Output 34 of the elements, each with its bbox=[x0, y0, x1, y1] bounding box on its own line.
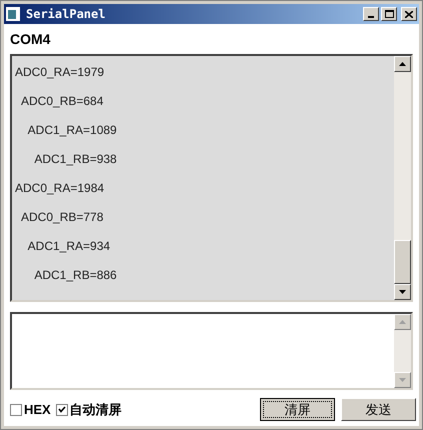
log-line: ADC1_RB=886 bbox=[33, 268, 117, 282]
log-line: ADC1_RB=938 bbox=[33, 152, 117, 166]
minimize-button[interactable] bbox=[363, 7, 379, 21]
window-title: SerialPanel bbox=[26, 6, 106, 23]
close-button[interactable] bbox=[401, 7, 417, 21]
log-line: ADC0_RB=778 bbox=[20, 210, 104, 224]
up-arrow-icon bbox=[399, 62, 406, 66]
close-icon bbox=[405, 10, 413, 18]
down-arrow-icon bbox=[399, 290, 406, 294]
scrollbar[interactable] bbox=[394, 314, 411, 388]
send-field[interactable] bbox=[10, 312, 413, 390]
scroll-up-button[interactable] bbox=[394, 56, 411, 72]
checkmark-icon bbox=[58, 406, 66, 413]
app-icon bbox=[6, 7, 22, 21]
port-label: COM4 bbox=[10, 30, 52, 49]
log-line: ADC0_RA=1984 bbox=[15, 181, 104, 195]
log-line: ADC1_RA=934 bbox=[26, 239, 110, 253]
down-arrow-icon bbox=[399, 378, 406, 382]
minimize-icon bbox=[368, 16, 374, 18]
clear-button[interactable]: 清屏 bbox=[260, 398, 335, 421]
checkbox[interactable] bbox=[56, 404, 68, 416]
log-line: ADC1_RA=1089 bbox=[26, 123, 117, 137]
scroll-down-button[interactable] bbox=[394, 284, 411, 300]
up-arrow-icon bbox=[399, 320, 406, 324]
maximize-icon bbox=[384, 10, 394, 18]
checkbox[interactable] bbox=[10, 404, 22, 416]
checkbox-label[interactable]: 自动清屏 bbox=[70, 400, 122, 420]
maximize-button[interactable] bbox=[381, 7, 397, 21]
send-button[interactable]: 发送 bbox=[341, 398, 416, 421]
log-line: ADC0_RA=1979 bbox=[15, 65, 104, 79]
scrollbar[interactable] bbox=[394, 56, 411, 300]
scroll-thumb[interactable] bbox=[394, 240, 411, 284]
checkbox-label[interactable]: HEX bbox=[24, 400, 51, 420]
log-line: ADC0_RB=684 bbox=[20, 94, 104, 108]
